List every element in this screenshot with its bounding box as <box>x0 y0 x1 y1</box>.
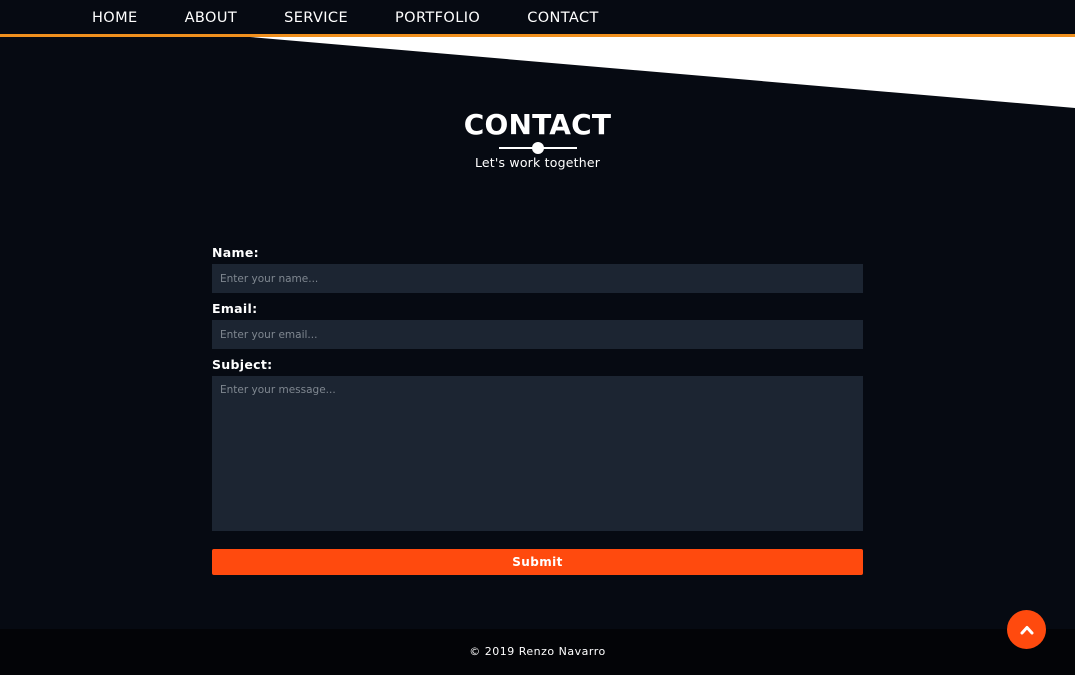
section-subtitle: Let's work together <box>474 155 601 170</box>
submit-button[interactable]: Submit <box>212 549 863 575</box>
footer: © 2019 Renzo Navarro <box>0 629 1075 675</box>
nav-item-service[interactable]: SERVICE <box>284 9 348 27</box>
nav-item-about[interactable]: ABOUT <box>185 9 238 27</box>
header-slant-decoration <box>250 37 1075 108</box>
page: HOME ABOUT SERVICE PORTFOLIO CONTACT CON… <box>0 0 1075 675</box>
chevron-up-icon <box>1020 625 1033 634</box>
email-label: Email: <box>212 301 258 316</box>
name-input[interactable] <box>212 264 863 293</box>
email-input[interactable] <box>212 320 863 349</box>
nav-item-contact[interactable]: CONTACT <box>527 9 599 27</box>
scroll-to-top-button[interactable] <box>1007 610 1046 649</box>
section-title: CONTACT <box>463 108 612 141</box>
nav-list: HOME ABOUT SERVICE PORTFOLIO CONTACT <box>92 9 646 27</box>
nav-item-portfolio[interactable]: PORTFOLIO <box>395 9 480 27</box>
title-divider <box>498 142 577 154</box>
copyright-text: © 2019 Renzo Navarro <box>469 645 606 658</box>
section-heading: CONTACT Let's work together <box>0 108 1075 170</box>
divider-dot <box>531 142 544 154</box>
nav-item-home[interactable]: HOME <box>92 9 138 27</box>
message-textarea[interactable] <box>212 376 863 531</box>
contact-form: Name: Email: Subject: Submit <box>212 245 863 575</box>
name-label: Name: <box>212 245 259 260</box>
subject-label: Subject: <box>212 357 273 372</box>
navbar: HOME ABOUT SERVICE PORTFOLIO CONTACT <box>0 0 1075 37</box>
